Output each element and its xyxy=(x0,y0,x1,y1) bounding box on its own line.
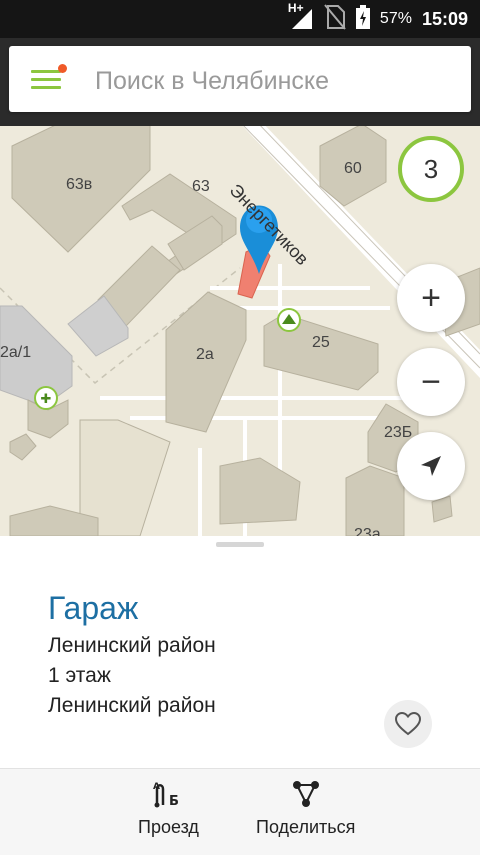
signal-icon: H+ xyxy=(288,1,314,31)
building-label: 60 xyxy=(344,160,362,177)
favorite-button[interactable] xyxy=(384,700,432,748)
building-label: 63в xyxy=(66,176,93,193)
search-input[interactable] xyxy=(93,60,457,102)
plus-icon: + xyxy=(421,279,441,317)
network-type: H+ xyxy=(287,1,304,15)
status-icons: H+ 57% 15:09 xyxy=(288,0,468,38)
place-detail-line: 1 этаж xyxy=(48,664,111,687)
zoom-out-button[interactable]: − xyxy=(397,348,465,416)
battery-icon xyxy=(355,4,370,34)
place-title: Гараж xyxy=(48,590,139,626)
zoom-in-button[interactable]: + xyxy=(397,264,465,332)
minus-icon: − xyxy=(421,363,441,401)
building-label: 2а xyxy=(196,346,214,363)
clock: 15:09 xyxy=(421,8,468,29)
route-button[interactable]: Б A Проезд xyxy=(138,779,199,838)
place-detail-line: Ленинский район xyxy=(48,634,216,657)
route-label: Проезд xyxy=(138,817,199,837)
battery-percent: 57% xyxy=(379,10,412,27)
building-label: 25 xyxy=(312,334,330,351)
status-bar: H+ 57% 15:09 xyxy=(0,0,480,38)
building-label: 2а/1 xyxy=(0,344,32,361)
heart-icon xyxy=(395,712,421,736)
cluster-count-badge[interactable]: 3 xyxy=(398,136,464,202)
my-location-button[interactable] xyxy=(397,432,465,500)
action-bar: Б A Проезд Поделиться xyxy=(0,768,480,855)
share-button[interactable]: Поделиться xyxy=(256,779,355,838)
place-detail-line: Ленинский район xyxy=(48,694,216,717)
search-bar[interactable] xyxy=(9,46,471,112)
place-card[interactable]: Гараж Ленинский район 1 этаж Ленинский р… xyxy=(0,536,480,768)
menu-icon[interactable] xyxy=(31,64,67,90)
share-icon xyxy=(292,781,319,807)
svg-text:✚: ✚ xyxy=(41,392,52,407)
navigation-arrow-icon xyxy=(421,456,441,476)
building-label: 63 xyxy=(192,178,210,195)
svg-text:Б: Б xyxy=(169,794,179,809)
route-icon: Б A xyxy=(153,782,179,809)
drag-handle[interactable] xyxy=(216,542,264,547)
search-header xyxy=(0,38,480,126)
notification-dot-icon xyxy=(58,64,67,73)
svg-text:A: A xyxy=(153,782,160,792)
building-label: 23а xyxy=(354,526,381,536)
no-sim-icon xyxy=(324,3,346,35)
share-label: Поделиться xyxy=(256,817,356,837)
